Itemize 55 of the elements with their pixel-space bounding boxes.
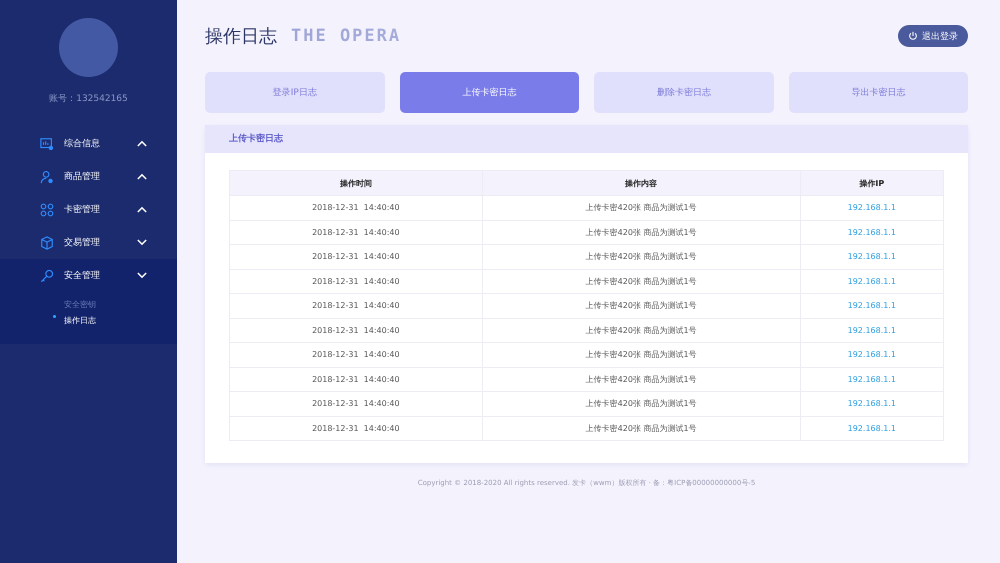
ip-link[interactable]: 192.168.1.1 [800,342,944,367]
table-cell: 上传卡密420张 商品为测试1号 [482,342,800,367]
key-icon [40,268,54,282]
power-icon [908,31,918,41]
table-cell: 上传卡密420张 商品为测试1号 [482,196,800,220]
user-icon [40,170,54,184]
table-cell: 上传卡密420张 商品为测试1号 [482,416,800,440]
table-cell: 上传卡密420张 商品为测试1号 [482,318,800,342]
ip-link[interactable]: 192.168.1.1 [800,367,944,392]
table-cell: 上传卡密420张 商品为测试1号 [482,269,800,294]
table-cell: 上传卡密420张 商品为测试1号 [482,244,800,269]
tab[interactable]: 导出卡密日志 [788,72,968,113]
ip-link[interactable]: 192.168.1.1 [800,269,944,294]
submenu-item[interactable]: 安全密钥 [64,300,96,309]
ip-link[interactable]: 192.168.1.1 [800,220,944,244]
table-cell: 2018-12-31 14:40:40 [230,367,482,392]
menu-item[interactable]: 综合信息 [0,127,177,160]
table-cell: 2018-12-31 14:40:40 [230,269,482,294]
menu-item[interactable]: 安全管理 [0,259,177,292]
account-number: 账号：132542165 [49,92,128,105]
menu-item[interactable]: 商品管理 [0,160,177,193]
column-header: 操作时间 [230,170,482,196]
ip-link[interactable]: 192.168.1.1 [800,416,944,440]
tab[interactable]: 删除卡密日志 [594,72,774,113]
table-cell: 2018-12-31 14:40:40 [230,342,482,367]
table-cell: 上传卡密420张 商品为测试1号 [482,367,800,392]
panel-title: 上传卡密日志 [205,125,968,153]
ip-link[interactable]: 192.168.1.1 [800,196,944,220]
box-icon [40,236,54,250]
ip-link[interactable]: 192.168.1.1 [800,244,944,269]
bullet-icon [53,315,56,318]
column-header: 操作内容 [482,170,800,196]
page-title: 操作日志 [205,25,277,48]
ip-link[interactable]: 192.168.1.1 [800,392,944,416]
table-cell: 2018-12-31 14:40:40 [230,244,482,269]
table-cell: 上传卡密420张 商品为测试1号 [482,294,800,318]
table-cell: 2018-12-31 14:40:40 [230,196,482,220]
ip-link[interactable]: 192.168.1.1 [800,294,944,318]
menu-item[interactable]: 交易管理 [0,226,177,259]
submenu-item[interactable]: 操作日志 [64,316,96,325]
table-cell: 2018-12-31 14:40:40 [230,416,482,440]
column-header: 操作IP [800,170,944,196]
table-cell: 2018-12-31 14:40:40 [230,392,482,416]
table-cell: 上传卡密420张 商品为测试1号 [482,220,800,244]
tab[interactable]: 登录IP日志 [205,72,384,113]
ip-link[interactable]: 192.168.1.1 [800,318,944,342]
logout-button[interactable]: 退出登录 [898,25,968,47]
menu-item[interactable]: 卡密管理 [0,193,177,226]
grid-icon [40,202,54,216]
table-cell: 上传卡密420张 商品为测试1号 [482,392,800,416]
table-cell: 2018-12-31 14:40:40 [230,318,482,342]
monitor-icon [40,136,54,150]
table-cell: 2018-12-31 14:40:40 [230,220,482,244]
table-cell: 2018-12-31 14:40:40 [230,294,482,318]
tab[interactable]: 上传卡密日志 [400,72,579,113]
